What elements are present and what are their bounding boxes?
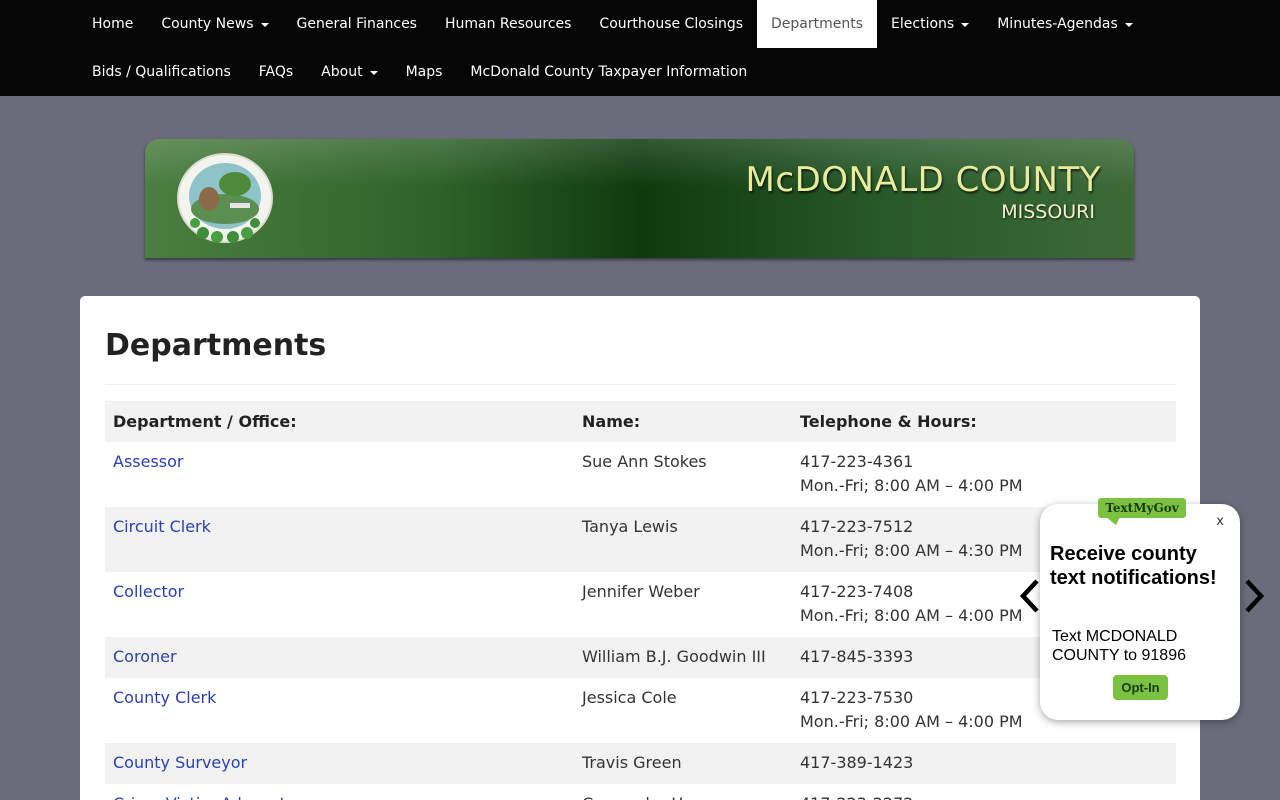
nav-item-courthouse-closings[interactable]: Courthouse Closings [585, 0, 757, 48]
nav-item-general-finances[interactable]: General Finances [283, 0, 431, 48]
department-link[interactable]: Collector [113, 582, 184, 601]
caret-down-icon [1124, 23, 1133, 27]
opt-in-button[interactable]: Opt-In [1113, 675, 1168, 700]
table-row: Coroner William B.J. Goodwin III 417-845-3… [105, 637, 1176, 678]
nav-item-departments[interactable]: Departments [757, 0, 878, 48]
chevron-left-icon[interactable] [1018, 577, 1042, 615]
caret-down-icon [369, 71, 378, 75]
nav-item-label: General Finances [296, 16, 417, 32]
county-banner[interactable]: McDONALD COUNTY MISSOURI [145, 139, 1134, 258]
official-name: Tanya Lewis [574, 507, 792, 572]
department-cell: County Surveyor [105, 743, 574, 784]
header-department: Department / Office: [105, 401, 574, 442]
table-row: County Clerk Jessica Cole 417-223-7530 Mon.… [105, 678, 1176, 743]
nav-item-label: Human Resources [444, 16, 572, 32]
nav-item-elections[interactable]: Elections [877, 0, 983, 48]
speech-bubble-tail-icon [1106, 517, 1120, 525]
popup-heading: Receive county text notifications! [1050, 543, 1217, 589]
table-row: Assessor Sue Ann Stokes 417-223-4361 Mon.-F… [105, 442, 1176, 507]
department-link[interactable]: County Surveyor [113, 753, 247, 772]
telephone-number: 417-389-1423 [800, 753, 914, 772]
nav-row-secondary: Bids / Qualifications FAQs About Maps McDona… [78, 48, 761, 96]
nav-item-label: Bids / Qualifications [92, 64, 231, 80]
nav-item-home[interactable]: Home [78, 0, 147, 48]
department-link[interactable]: County Clerk [113, 688, 216, 707]
popup-body-text: Text MCDONALD COUNTY to 91896 [1052, 628, 1186, 664]
office-hours: Mon.-Fri; 8:00 AM – 4:00 PM [800, 476, 1023, 495]
nav-item-label: FAQs [258, 64, 294, 80]
nav-item-label: Elections [891, 16, 955, 32]
nav-item-mcdonald-county-taxpayer-information[interactable]: McDonald County Taxpayer Information [456, 48, 761, 96]
nav-item-about[interactable]: About [307, 48, 391, 96]
table-row: Circuit Clerk Tanya Lewis 417-223-7512 Mon.… [105, 507, 1176, 572]
nav-item-county-news[interactable]: County News [147, 0, 282, 48]
textmygov-logo-text: TextMyGov [1098, 498, 1186, 518]
textmygov-logo: TextMyGov [1098, 498, 1188, 528]
telephone-hours-cell: 417-223-2272 [792, 784, 1176, 800]
chevron-right-icon[interactable] [1242, 577, 1266, 615]
table-row: County Surveyor Travis Green 417-389-1423 [105, 743, 1176, 784]
departments-table: Department / Office: Name: Telephone & H… [105, 401, 1176, 800]
telephone-hours-cell: 417-389-1423 [792, 743, 1176, 784]
department-link[interactable]: Circuit Clerk [113, 517, 211, 536]
banner-title: McDONALD COUNTY [745, 160, 1101, 200]
department-cell: Coroner [105, 637, 574, 678]
official-name: Sue Ann Stokes [574, 442, 792, 507]
header-name: Name: [574, 401, 792, 442]
textmygov-popup: TextMyGov x Receive county text notifica… [1040, 498, 1240, 720]
caret-down-icon [260, 23, 269, 27]
official-name: Cassandra H [574, 784, 792, 800]
top-navigation: Home County News General Finances Human Res… [0, 0, 1280, 96]
banner-subtitle: MISSOURI [1001, 201, 1095, 223]
official-name: Travis Green [574, 743, 792, 784]
table-row: Crime Victim Advocate Cassandra H 417-223-… [105, 784, 1176, 800]
caret-down-icon [961, 23, 970, 27]
table-header-row: Department / Office: Name: Telephone & H… [105, 401, 1176, 442]
department-link[interactable]: Assessor [113, 452, 184, 471]
title-divider [105, 384, 1176, 385]
header-telephone-hours: Telephone & Hours: [792, 401, 1176, 442]
nav-item-bids-qualifications[interactable]: Bids / Qualifications [78, 48, 245, 96]
telephone-number: 417-223-2272 [800, 792, 1168, 800]
official-name: Jennifer Weber [574, 572, 792, 637]
official-name: William B.J. Goodwin III [574, 637, 792, 678]
nav-row-primary: Home County News General Finances Human Res… [78, 0, 1147, 48]
nav-item-label: Departments [771, 16, 864, 32]
department-link[interactable]: Coroner [113, 647, 177, 666]
nav-item-label: Home [92, 16, 134, 32]
department-link[interactable]: Crime Victim Advocate [113, 794, 296, 800]
content-card: Departments Department / Office: Name: T… [80, 296, 1200, 800]
nav-item-label: Courthouse Closings [599, 16, 744, 32]
nav-item-label: McDonald County Taxpayer Information [470, 64, 748, 80]
page-title: Departments [105, 328, 327, 363]
nav-item-human-resources[interactable]: Human Resources [431, 0, 585, 48]
table-row: Collector Jennifer Weber 417-223-7408 Mon.-… [105, 572, 1176, 637]
department-cell: Crime Victim Advocate [105, 784, 574, 800]
nav-item-faqs[interactable]: FAQs [245, 48, 307, 96]
nav-item-label: Minutes-Agendas [997, 16, 1118, 32]
nav-item-maps[interactable]: Maps [392, 48, 457, 96]
nav-item-label: About [321, 64, 363, 80]
county-seal-icon [177, 153, 273, 243]
nav-item-label: Maps [405, 64, 443, 80]
popup-close-button[interactable]: x [1216, 514, 1224, 529]
official-name: Jessica Cole [574, 678, 792, 743]
telephone-number: 417-223-4361 [800, 452, 914, 471]
department-cell: Assessor [105, 442, 574, 507]
department-cell: County Clerk [105, 678, 574, 743]
nav-item-label: County News [161, 16, 254, 32]
department-cell: Collector [105, 572, 574, 637]
nav-item-minutes-agendas[interactable]: Minutes-Agendas [983, 0, 1147, 48]
department-cell: Circuit Clerk [105, 507, 574, 572]
